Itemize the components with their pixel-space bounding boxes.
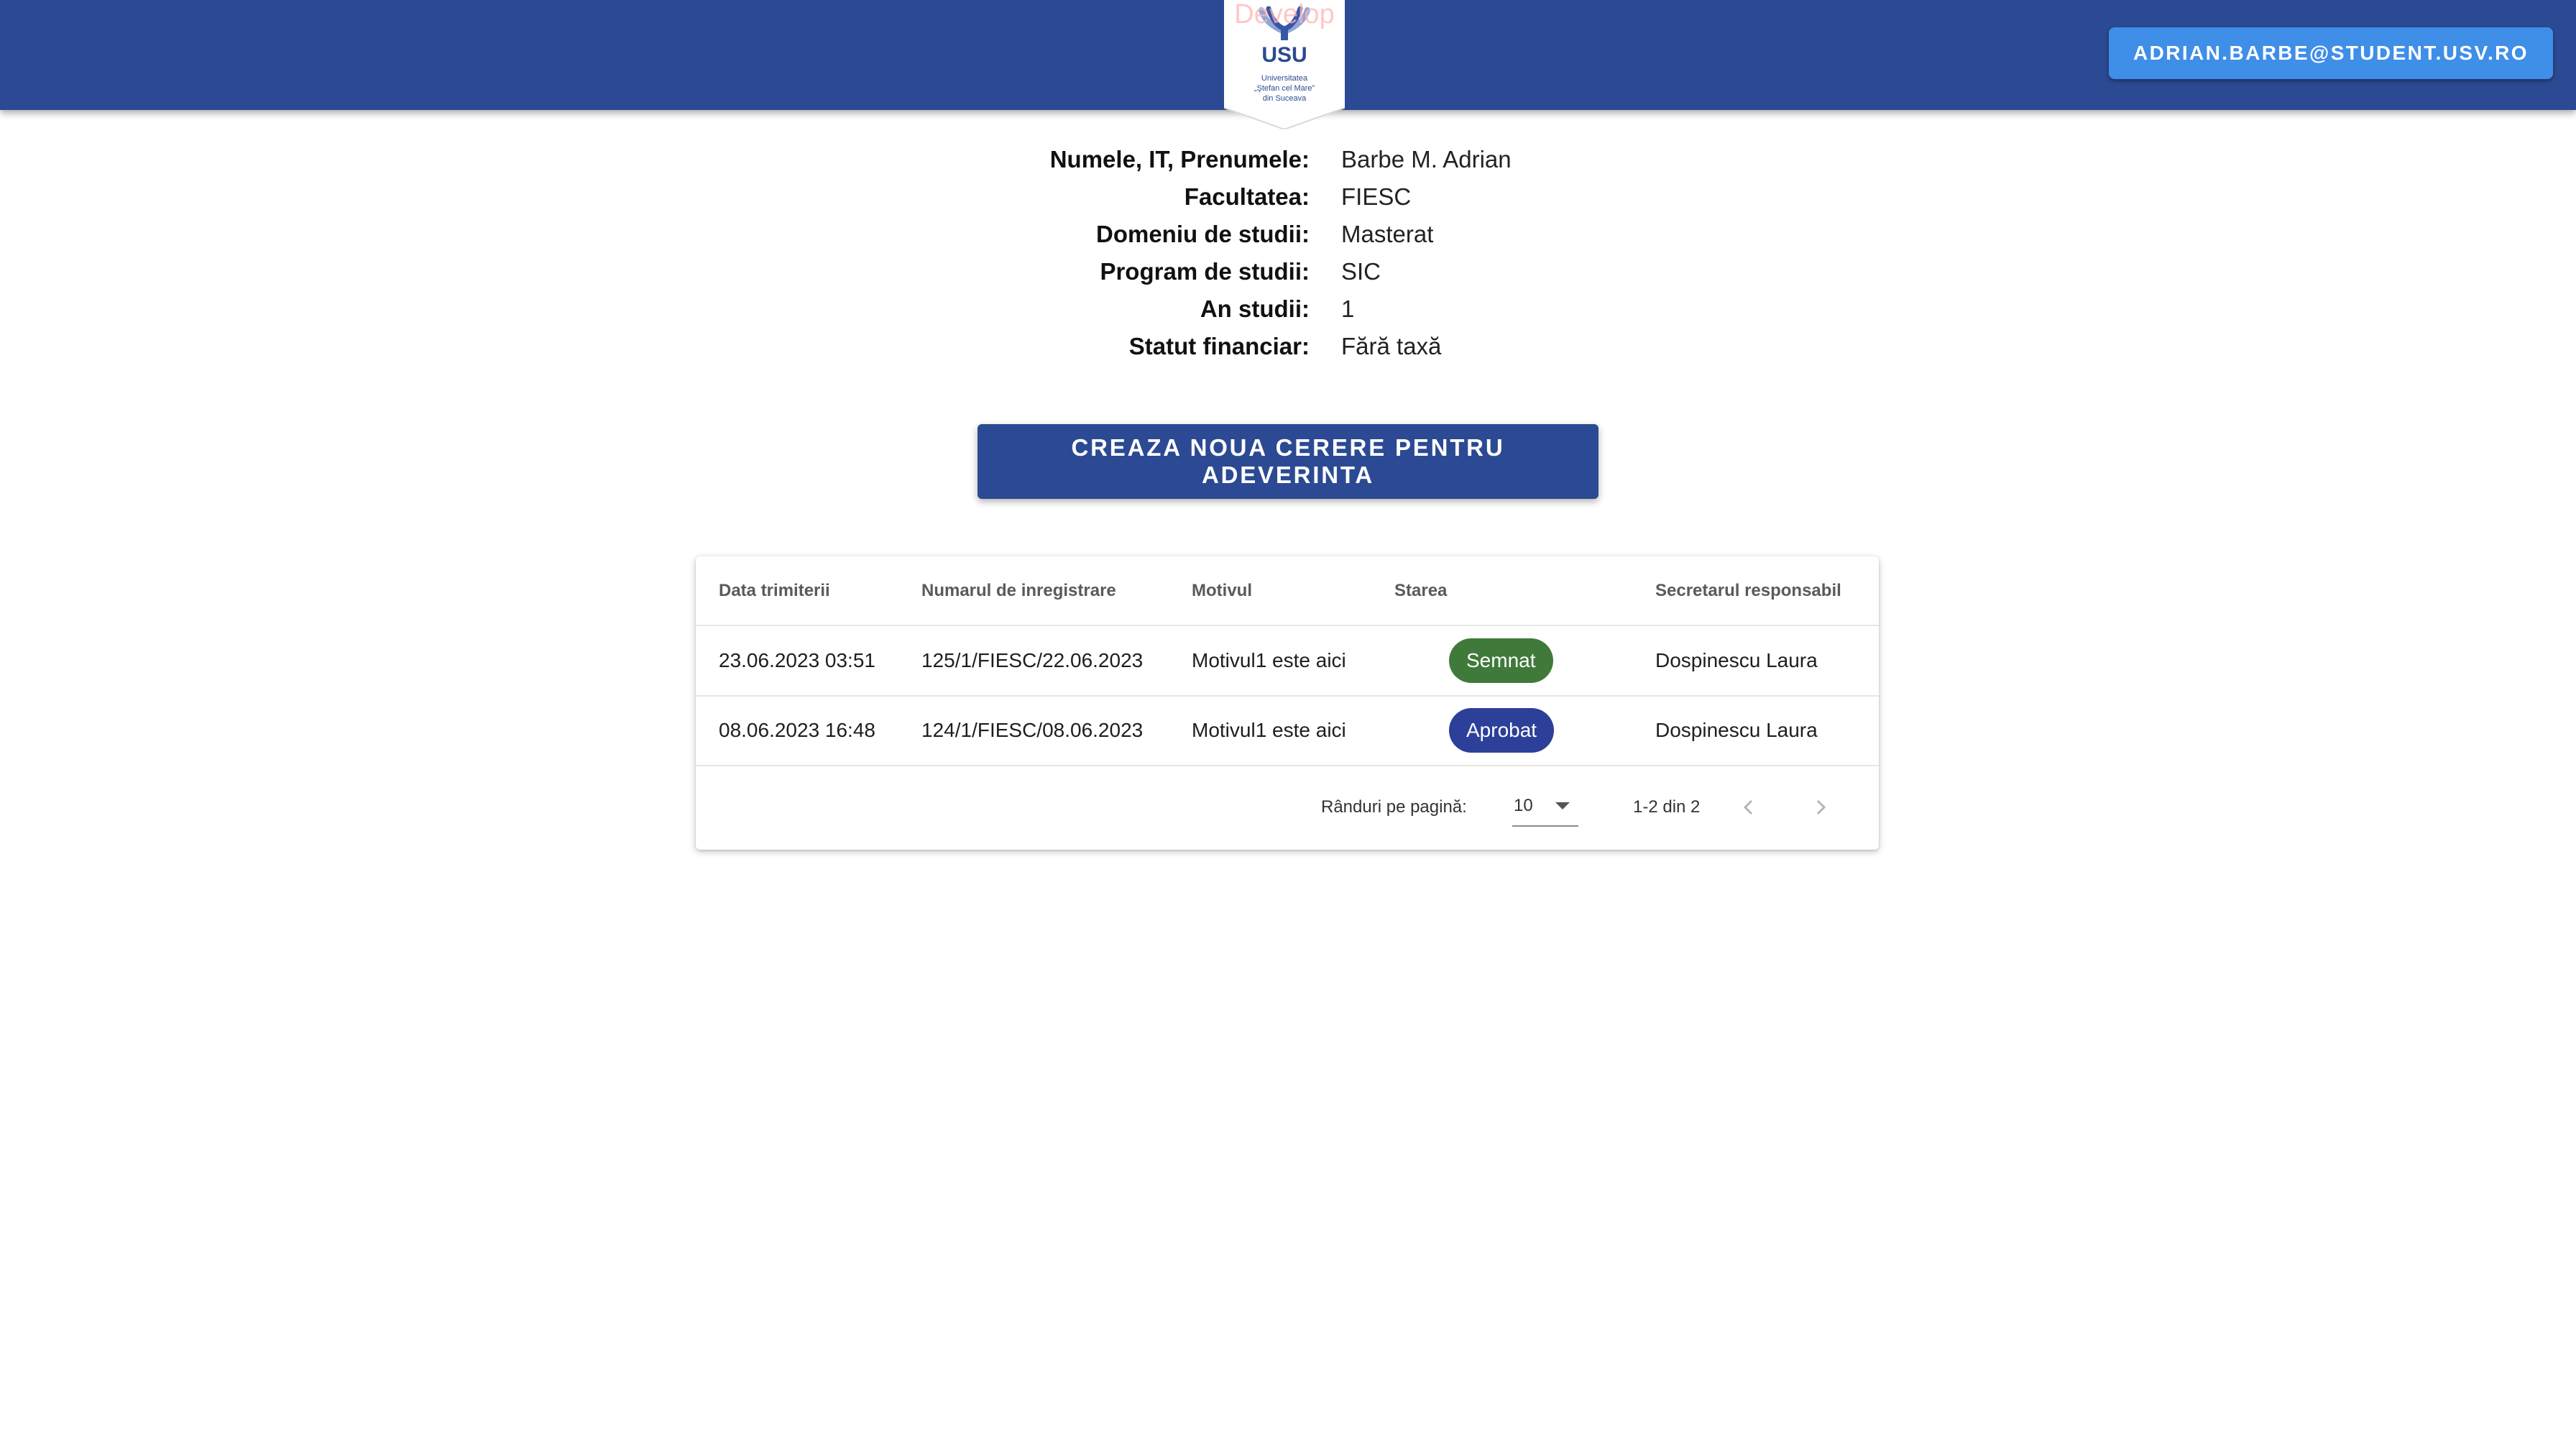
chevron-right-icon	[1816, 799, 1826, 815]
rows-per-page-label: Rânduri pe pagină:	[1321, 797, 1467, 817]
cell-registration-number: 124/1/FIESC/08.06.2023	[921, 719, 1144, 741]
info-value: 1	[1341, 295, 1355, 322]
svg-text:„Ştefan cel Mare”: „Ştefan cel Mare”	[1254, 84, 1315, 93]
cell-secretary: Dospinescu Laura	[1655, 719, 1818, 741]
info-value: SIC	[1341, 258, 1381, 285]
column-header-reason[interactable]: Motivul	[1192, 556, 1252, 625]
info-label: Numele, IT, Prenumele:	[1049, 146, 1310, 173]
info-row-name: Numele, IT, Prenumele: Barbe M. Adrian	[0, 141, 2576, 178]
status-badge: Aprobat	[1449, 708, 1555, 753]
table-header: Data trimiterii Numarul de inregistrare …	[696, 556, 1879, 626]
svg-text:din Suceava: din Suceava	[1263, 94, 1307, 103]
info-label: Program de studii:	[1100, 258, 1310, 285]
cell-registration-number: 125/1/FIESC/22.06.2023	[921, 649, 1144, 671]
svg-text:Universitatea: Universitatea	[1261, 74, 1308, 83]
info-value: Fără taxă	[1341, 333, 1442, 359]
info-row-program: Program de studii: SIC	[0, 253, 2576, 290]
rows-per-page-value: 10	[1514, 796, 1533, 815]
cell-status: Aprobat	[1449, 696, 1555, 765]
table-pagination: Rânduri pe pagină: 10 1-2 din 2	[696, 765, 1879, 850]
column-header-secretary[interactable]: Secretarul responsabil	[1655, 556, 1841, 625]
info-row-faculty: Facultatea: FIESC	[0, 178, 2576, 216]
caret-down-icon	[1555, 802, 1570, 809]
table-row[interactable]: 23.06.2023 03:51 125/1/FIESC/22.06.2023 …	[696, 626, 1879, 697]
cell-date: 08.06.2023 16:48	[719, 719, 875, 741]
info-row-domain: Domeniu de studii: Masterat	[0, 216, 2576, 253]
info-label: An studii:	[1200, 295, 1310, 322]
chevron-left-icon	[1743, 799, 1753, 815]
info-row-financial-status: Statut financiar: Fără taxă	[0, 328, 2576, 365]
previous-page-button[interactable]	[1731, 789, 1767, 825]
info-value: Barbe M. Adrian	[1341, 146, 1512, 173]
info-value: FIESC	[1341, 183, 1412, 210]
info-row-year: An studii: 1	[0, 290, 2576, 328]
table-row[interactable]: 08.06.2023 16:48 124/1/FIESC/08.06.2023 …	[696, 696, 1879, 766]
environment-label: Develop	[1234, 0, 1335, 29]
column-header-date[interactable]: Data trimiterii	[719, 556, 830, 625]
requests-table: Data trimiterii Numarul de inregistrare …	[696, 556, 1879, 850]
rows-per-page-select[interactable]: 10	[1512, 786, 1578, 827]
next-page-button[interactable]	[1803, 789, 1839, 825]
create-request-button[interactable]: CREAZA NOUA CERERE PENTRU ADEVERINTA	[978, 424, 1598, 499]
cell-reason: Motivul1 este aici	[1192, 719, 1346, 741]
info-label: Facultatea:	[1184, 183, 1310, 210]
info-value: Masterat	[1341, 221, 1434, 247]
status-badge: Semnat	[1449, 638, 1553, 683]
cell-status: Semnat	[1449, 626, 1553, 695]
student-info: Numele, IT, Prenumele: Barbe M. Adrian F…	[0, 141, 2576, 365]
university-logo[interactable]: USU Universitatea „Ştefan cel Mare” din …	[1224, 0, 1345, 129]
column-header-status[interactable]: Starea	[1394, 556, 1447, 625]
pagination-range: 1-2 din 2	[1633, 797, 1701, 817]
info-label: Statut financiar:	[1128, 333, 1310, 359]
svg-text:USU: USU	[1261, 43, 1307, 67]
cell-reason: Motivul1 este aici	[1192, 649, 1346, 671]
info-label: Domeniu de studii:	[1096, 221, 1310, 247]
cell-date: 23.06.2023 03:51	[719, 649, 875, 671]
column-header-registration-number[interactable]: Numarul de inregistrare	[921, 556, 1116, 625]
cell-secretary: Dospinescu Laura	[1655, 649, 1818, 671]
user-account-button[interactable]: ADRIAN.BARBE@STUDENT.USV.RO	[2108, 27, 2553, 79]
